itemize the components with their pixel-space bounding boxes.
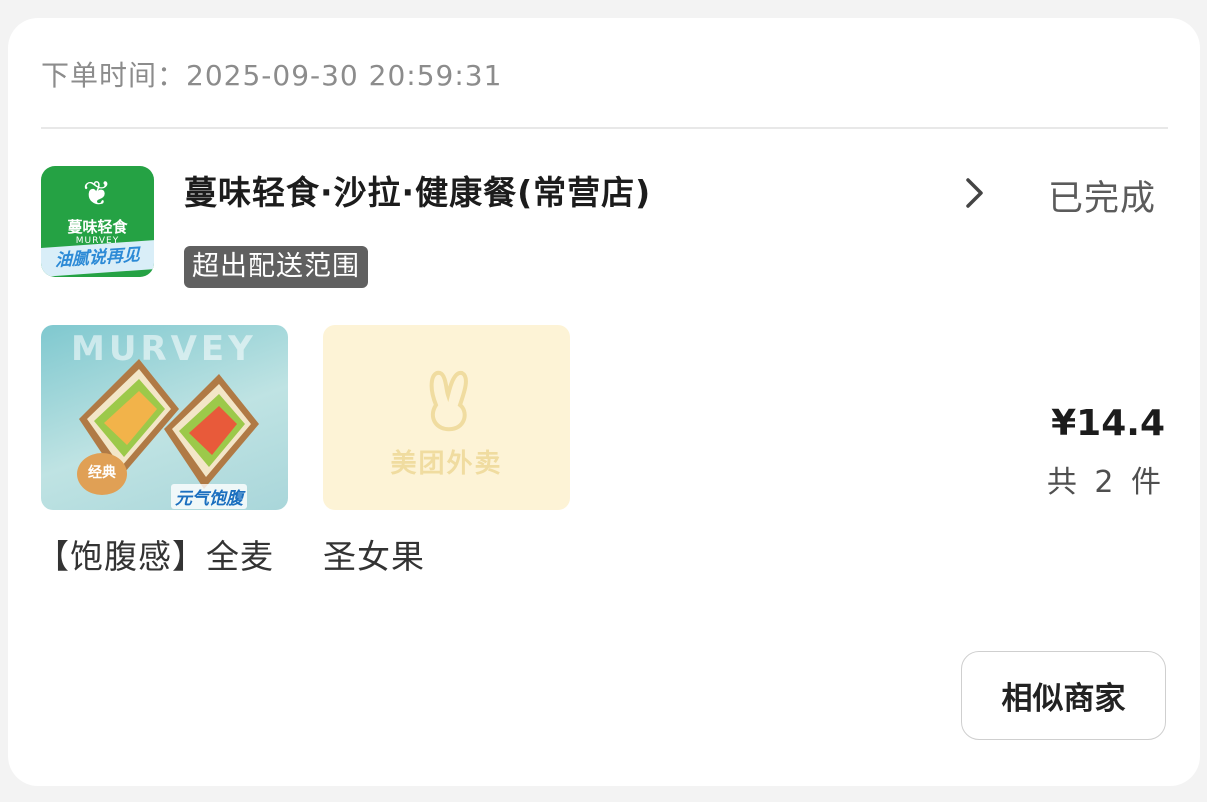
classic-badge: 经典 xyxy=(77,453,127,495)
item-count: 共 2 件 xyxy=(1046,465,1165,500)
placeholder-brand: 美团外卖 xyxy=(390,449,503,479)
product-image-sandwich[interactable]: MURVEY 经典 元气饱腹 xyxy=(41,325,288,510)
order-time-label: 下单时间： xyxy=(41,59,187,92)
delivery-range-tag: 超出配送范围 xyxy=(184,246,368,288)
logo-brand-cn: 蔓味轻食 xyxy=(67,218,128,236)
product-name: 圣女果 xyxy=(323,537,425,576)
rabbit-icon xyxy=(429,370,468,432)
product-name: 【饱腹感】全麦 xyxy=(36,537,274,576)
store-name[interactable]: 蔓味轻食·沙拉·健康餐(常营店) xyxy=(184,166,651,214)
order-price: ¥14.4 xyxy=(1051,403,1165,444)
order-status: 已完成 xyxy=(1048,179,1157,219)
order-time: 下单时间：2025-09-30 20:59:31 xyxy=(41,54,502,94)
order-time-value: 2025-09-30 20:59:31 xyxy=(186,59,503,92)
product-image-placeholder[interactable]: 美团外卖 xyxy=(323,325,570,510)
store-logo[interactable]: ❦ 蔓味轻食 MURVEY 油腻说再见 xyxy=(41,166,154,277)
leaf-icon: ❦ xyxy=(82,174,112,214)
chevron-right-icon[interactable] xyxy=(953,168,993,218)
order-card[interactable]: 下单时间：2025-09-30 20:59:31 ❦ 蔓味轻食 MURVEY 油… xyxy=(8,18,1200,786)
divider xyxy=(41,127,1168,129)
image-slogan: 元气饱腹 xyxy=(171,484,247,509)
similar-stores-button[interactable]: 相似商家 xyxy=(961,651,1166,740)
